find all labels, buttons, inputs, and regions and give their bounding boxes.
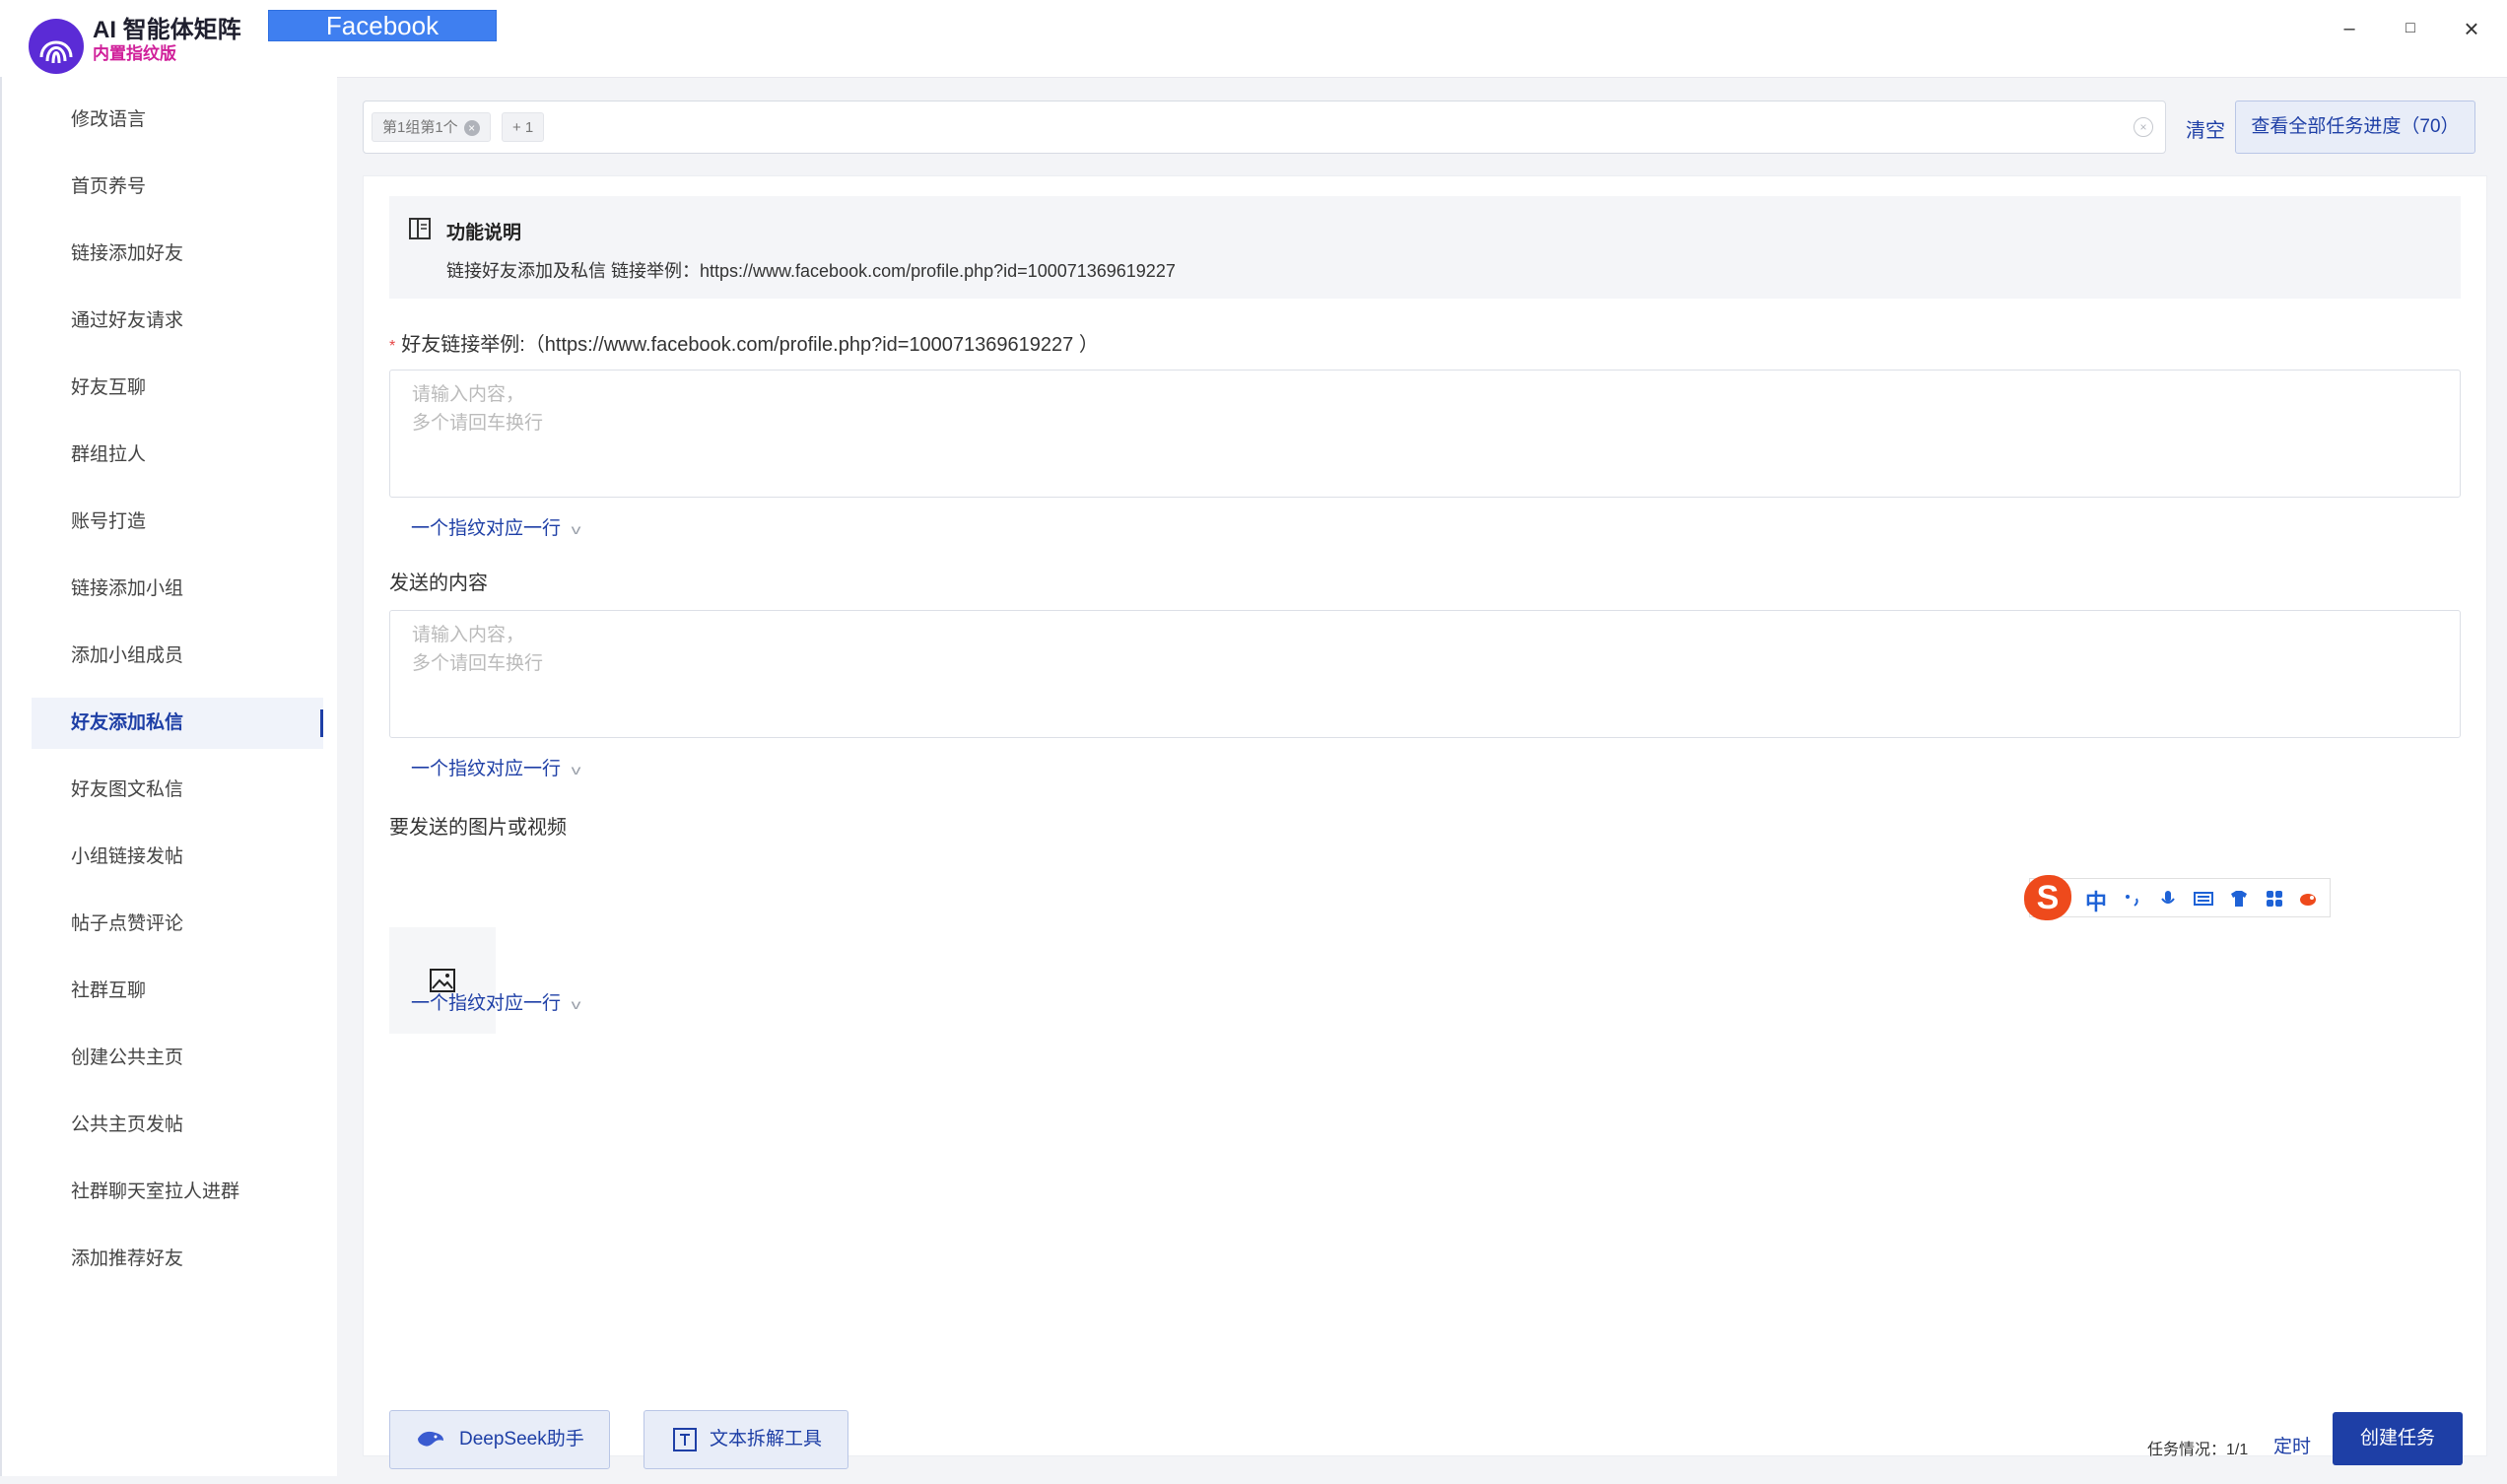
ime-logo-icon: S bbox=[2024, 875, 2071, 920]
feature-notice: 功能说明 链接好友添加及私信 链接举例：https://www.facebook… bbox=[389, 196, 2461, 299]
content-textarea[interactable]: 请输入内容， 多个请回车换行 bbox=[389, 610, 2461, 738]
minimize-button[interactable]: – bbox=[2330, 12, 2369, 45]
sidebar-item-friend-media-message[interactable]: 好友图文私信 bbox=[32, 765, 323, 816]
schedule-button[interactable]: 定时 bbox=[2273, 1432, 2311, 1458]
tag-remove-icon[interactable]: × bbox=[463, 120, 480, 137]
sidebar-item-post-like-comment[interactable]: 帖子点赞评论 bbox=[32, 899, 323, 950]
sidebar-item-account-build[interactable]: 账号打造 bbox=[32, 497, 323, 548]
sidebar-item-accept-requests[interactable]: 通过好友请求 bbox=[32, 296, 323, 347]
create-task-button[interactable]: 创建任务 bbox=[2333, 1412, 2463, 1465]
media-upload-box[interactable] bbox=[389, 927, 496, 1034]
clear-button[interactable]: 清空 bbox=[2186, 114, 2225, 143]
text-split-tool-button[interactable]: 文本拆解工具 bbox=[644, 1410, 848, 1469]
sidebar-item-friend-chat[interactable]: 好友互聊 bbox=[32, 363, 323, 414]
sidebar-item-chatroom-invite[interactable]: 社群聊天室拉人进群 bbox=[32, 1167, 323, 1218]
deepseek-assistant-button[interactable]: DeepSeek助手 bbox=[389, 1410, 610, 1469]
maximize-button[interactable]: □ bbox=[2391, 12, 2430, 45]
fingerprint-select-input[interactable]: 第1组第1个 × + 1 × bbox=[363, 101, 2166, 154]
deepseek-button-label: DeepSeek助手 bbox=[459, 1429, 584, 1450]
selected-tag-label: 第1组第1个 bbox=[382, 119, 458, 136]
friend-link-label-text: 好友链接举例:（https://www.facebook.com/profile… bbox=[401, 334, 1099, 356]
text-tool-button-label: 文本拆解工具 bbox=[710, 1429, 823, 1450]
required-mark: * bbox=[389, 338, 396, 355]
fingerprint-mode-label: 一个指纹对应一行 bbox=[411, 993, 562, 1014]
sidebar-item-add-suggested-friends[interactable]: 添加推荐好友 bbox=[32, 1234, 323, 1285]
punctuation-icon[interactable] bbox=[2123, 889, 2142, 909]
chevron-down-icon: v bbox=[571, 521, 581, 537]
selected-tag: 第1组第1个 × bbox=[372, 112, 491, 142]
chevron-down-icon: v bbox=[571, 996, 581, 1012]
skin-shirt-icon[interactable] bbox=[2229, 889, 2249, 909]
text-tool-icon bbox=[673, 1428, 697, 1451]
title-bar: AI 智能体矩阵 内置指纹版 Facebook – □ × bbox=[0, 0, 2507, 78]
microphone-icon[interactable] bbox=[2158, 889, 2178, 909]
toolbox-grid-icon[interactable] bbox=[2265, 889, 2284, 909]
keyboard-icon[interactable] bbox=[2194, 889, 2213, 909]
main-content: 第1组第1个 × + 1 × 清空 查看全部任务进度（70） 功能说明 链接好友添… bbox=[351, 77, 2499, 1476]
sidebar-item-group-invite[interactable]: 群组拉人 bbox=[32, 430, 323, 481]
sidebar-item-create-page[interactable]: 创建公共主页 bbox=[32, 1033, 323, 1084]
sidebar-item-group-link-post[interactable]: 小组链接发帖 bbox=[32, 832, 323, 883]
notice-title: 功能说明 bbox=[446, 223, 522, 243]
clear-circle-icon[interactable]: × bbox=[2134, 117, 2153, 137]
media-label: 要发送的图片或视频 bbox=[389, 817, 567, 839]
content-label: 发送的内容 bbox=[389, 573, 488, 594]
fingerprint-logo-icon bbox=[29, 19, 84, 74]
ime-toolbar[interactable]: S 中 bbox=[2024, 875, 2331, 920]
deepseek-whale-icon bbox=[418, 1431, 443, 1447]
notice-text: 链接好友添加及私信 链接举例：https://www.facebook.com/… bbox=[446, 261, 1176, 281]
sidebar-item-link-add-friend[interactable]: 链接添加好友 bbox=[32, 229, 323, 280]
app-subtitle: 内置指纹版 bbox=[93, 44, 176, 63]
sidebar-item-friend-add-message[interactable]: 好友添加私信 bbox=[32, 698, 323, 749]
sidebar: 修改语言 首页养号 链接添加好友 通过好友请求 好友互聊 群组拉人 账号打造 链… bbox=[0, 77, 337, 1476]
book-icon bbox=[409, 218, 431, 239]
platform-tab-facebook[interactable]: Facebook bbox=[268, 10, 497, 41]
form-panel: 功能说明 链接好友添加及私信 链接举例：https://www.facebook… bbox=[363, 175, 2487, 1469]
fingerprint-mode-label: 一个指纹对应一行 bbox=[411, 518, 562, 539]
view-progress-button[interactable]: 查看全部任务进度（70） bbox=[2235, 101, 2475, 154]
sidebar-item-change-language[interactable]: 修改语言 bbox=[32, 95, 323, 146]
sidebar-item-community-chat[interactable]: 社群互聊 bbox=[32, 966, 323, 1017]
sidebar-item-page-post[interactable]: 公共主页发帖 bbox=[32, 1100, 323, 1151]
sidebar-item-link-add-group[interactable]: 链接添加小组 bbox=[32, 564, 323, 615]
fingerprint-mode-select-3[interactable]: 一个指纹对应一行 v bbox=[411, 988, 581, 1015]
friend-link-textarea[interactable]: 请输入内容， 多个请回车换行 bbox=[389, 370, 2461, 498]
fingerprint-mode-select-2[interactable]: 一个指纹对应一行 v bbox=[411, 754, 581, 780]
sidebar-item-home-nurture[interactable]: 首页养号 bbox=[32, 162, 323, 213]
chevron-down-icon: v bbox=[571, 762, 581, 777]
sidebar-item-add-group-members[interactable]: 添加小组成员 bbox=[32, 631, 323, 682]
task-status: 任务情况：1/1 bbox=[2147, 1442, 2249, 1458]
friend-link-label: * 好友链接举例:（https://www.facebook.com/profil… bbox=[389, 328, 1099, 357]
more-tags-badge[interactable]: + 1 bbox=[502, 112, 545, 142]
fingerprint-mode-select-1[interactable]: 一个指纹对应一行 v bbox=[411, 513, 581, 540]
mascot-icon[interactable] bbox=[2298, 889, 2318, 909]
ime-language-toggle[interactable]: 中 bbox=[2085, 885, 2107, 916]
close-button[interactable]: × bbox=[2452, 12, 2491, 45]
fingerprint-mode-label: 一个指纹对应一行 bbox=[411, 759, 562, 779]
